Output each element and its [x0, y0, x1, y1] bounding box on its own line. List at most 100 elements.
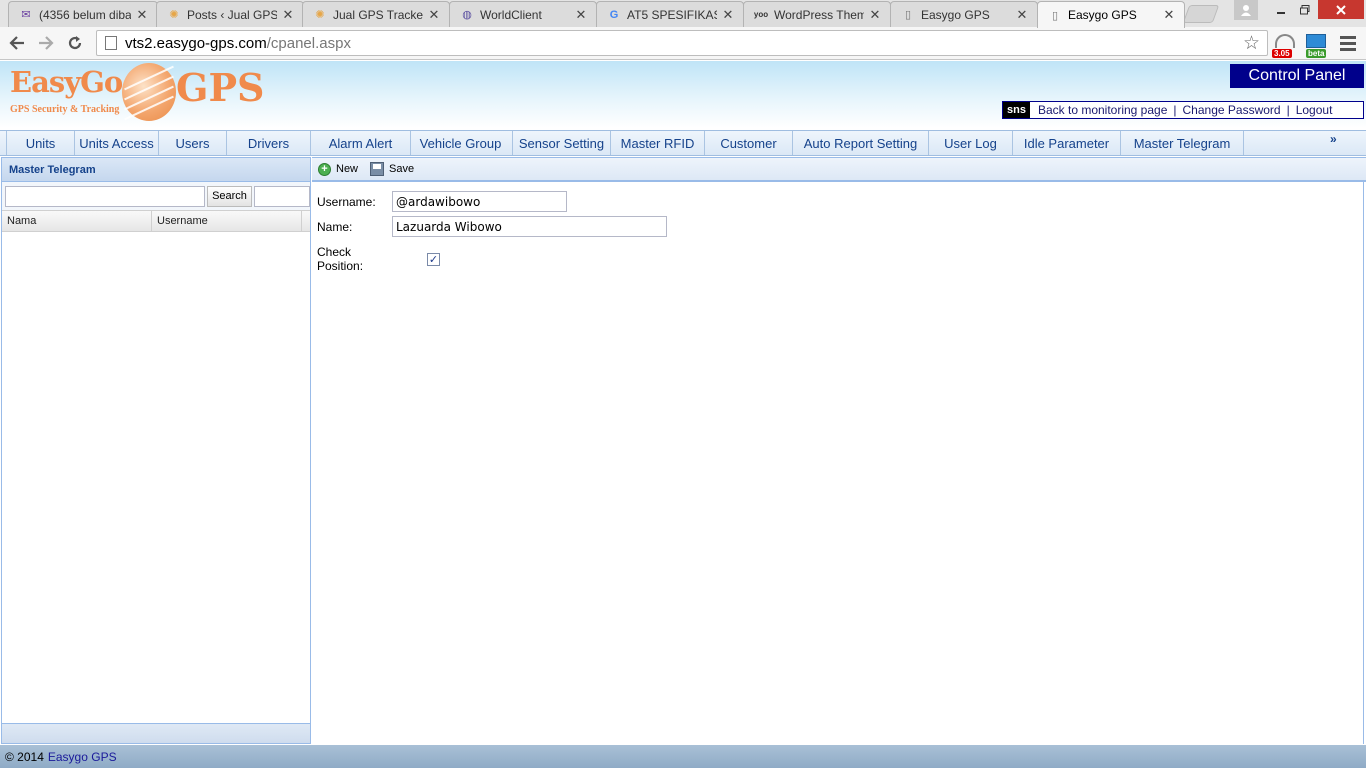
speedometer-extension-icon[interactable]: 3.05	[1272, 34, 1298, 58]
panel-border	[1363, 181, 1364, 744]
new-button[interactable]: + New	[318, 162, 359, 176]
form-toolbar: + New Save	[312, 158, 1366, 182]
search-extra-field[interactable]	[254, 185, 310, 207]
logo: EasyGo GPS GPS Security & Tracking	[10, 63, 270, 125]
menu-item-user-log[interactable]: User Log	[928, 131, 1012, 155]
save-icon	[370, 162, 385, 176]
close-icon[interactable]: ✕	[574, 7, 588, 23]
logo-easygo: EasyGo	[10, 65, 123, 99]
check-position-row: Check Position: ✓	[317, 245, 440, 273]
menu-item-units[interactable]: Units	[6, 131, 74, 155]
menu-item-sensor-setting[interactable]: Sensor Setting	[512, 131, 610, 155]
globe-icon: ◍	[462, 9, 472, 21]
browser-tabstrip: ✉ (4356 belum diba ✕ ✺ Posts ‹ Jual GPS …	[0, 0, 1366, 28]
menu-item-drivers[interactable]: Drivers	[226, 131, 310, 155]
hamburger-menu-icon[interactable]	[1340, 36, 1356, 54]
column-header-nama[interactable]: Nama	[2, 211, 152, 231]
menu-more-icon[interactable]: »	[1330, 132, 1337, 146]
footer-easygo-link[interactable]: Easygo GPS	[48, 750, 117, 764]
username-field[interactable]	[392, 191, 567, 212]
browser-tab-7[interactable]: ▯ Easygo GPS ✕	[890, 1, 1038, 27]
menu-item-users[interactable]: Users	[158, 131, 226, 155]
logo-tagline: GPS Security & Tracking	[10, 104, 120, 115]
check-position-label: Check Position:	[317, 245, 364, 273]
google-icon: G	[609, 8, 619, 21]
close-icon[interactable]: ✕	[427, 7, 441, 23]
menu-item-vehicle-group[interactable]: Vehicle Group	[410, 131, 510, 155]
restore-button[interactable]	[1292, 0, 1318, 20]
save-button[interactable]: Save	[370, 162, 414, 176]
check-position-checkbox[interactable]: ✓	[427, 252, 440, 266]
tab-title: Posts ‹ Jual GPS T	[187, 7, 277, 22]
yoo-icon: yoo	[753, 10, 769, 19]
save-label: Save	[389, 163, 415, 175]
url-path: /cpanel.aspx	[266, 34, 351, 52]
close-icon[interactable]: ✕	[281, 7, 295, 23]
name-field[interactable]	[392, 216, 667, 237]
close-icon[interactable]: ✕	[868, 7, 882, 23]
globe-logo-icon	[122, 63, 176, 121]
browser-tab-active[interactable]: ▯ Easygo GPS ✕	[1037, 1, 1185, 28]
menu-item-units-access[interactable]: Units Access	[74, 131, 158, 155]
menu-item-master-telegram[interactable]: Master Telegram	[1120, 131, 1244, 155]
url-host: vts2.easygo-gps.com	[125, 34, 267, 52]
new-label: New	[336, 163, 359, 175]
menu-item-auto-report-setting[interactable]: Auto Report Setting	[792, 131, 928, 155]
tab-title: WordPress Theme	[774, 7, 864, 22]
menu-item-master-rfid[interactable]: Master RFID	[610, 131, 704, 155]
logout-link[interactable]: Logout	[1296, 103, 1333, 117]
forward-arrow-icon[interactable]	[34, 32, 58, 54]
link-separator: |	[1286, 103, 1290, 117]
tab-title: WorldClient	[480, 7, 542, 22]
bookmark-star-icon[interactable]: ☆	[1243, 32, 1260, 55]
close-icon[interactable]: ✕	[135, 7, 149, 23]
minimize-button[interactable]	[1268, 0, 1294, 20]
telegram-edit-panel: + New Save Username: Name: Check Positio…	[312, 157, 1366, 744]
copyright-text: © 2014	[5, 749, 44, 764]
page-icon: ▯	[1051, 9, 1059, 22]
user-icon[interactable]	[1234, 0, 1258, 20]
name-label: Name:	[317, 219, 353, 234]
address-bar[interactable]: vts2.easygo-gps.com/cpanel.aspx	[96, 30, 1268, 56]
screen-extension-icon[interactable]: beta	[1306, 34, 1330, 58]
close-icon[interactable]: ✕	[1162, 7, 1176, 23]
browser-tab-4[interactable]: ◍ WorldClient ✕	[449, 1, 597, 27]
username-label: Username:	[317, 194, 376, 209]
change-password-link[interactable]: Change Password	[1183, 103, 1281, 117]
menu-item-alarm-alert[interactable]: Alarm Alert	[310, 131, 410, 155]
back-to-monitoring-link[interactable]: Back to monitoring page	[1038, 103, 1167, 117]
loading-icon: ✺	[315, 9, 325, 21]
browser-tab-6[interactable]: yoo WordPress Theme ✕	[743, 1, 891, 27]
panel-title: Master Telegram	[2, 158, 310, 182]
reload-icon[interactable]	[63, 32, 87, 54]
add-icon: +	[318, 162, 331, 176]
browser-tab-1[interactable]: ✉ (4356 belum diba ✕	[8, 1, 158, 27]
close-icon[interactable]: ✕	[1015, 7, 1029, 23]
extension-badge: beta	[1306, 49, 1327, 58]
browser-tab-3[interactable]: ✺ Jual GPS Tracker|t ✕	[302, 1, 450, 27]
main-menu: Units Units Access Users Drivers Alarm A…	[0, 130, 1366, 156]
menu-item-customer[interactable]: Customer	[704, 131, 792, 155]
loading-icon: ✺	[169, 9, 179, 21]
browser-tab-5[interactable]: G AT5 SPESIFIKASI ✕	[596, 1, 744, 27]
back-arrow-icon[interactable]	[5, 32, 29, 54]
tab-title: (4356 belum diba	[39, 7, 131, 22]
master-telegram-list-panel: Master Telegram Search Nama Username	[1, 157, 311, 744]
user-links-bar: sns Back to monitoring page | Change Pas…	[1002, 101, 1364, 119]
page-icon	[105, 36, 117, 50]
logo-gps: GPS	[176, 65, 265, 110]
username-row: Username:	[317, 191, 567, 212]
name-row: Name:	[317, 216, 667, 237]
close-window-button[interactable]	[1318, 0, 1364, 19]
page-title: Control Panel	[1230, 64, 1364, 88]
search-button[interactable]: Search	[207, 185, 252, 207]
close-icon[interactable]: ✕	[721, 7, 735, 23]
browser-tab-2[interactable]: ✺ Posts ‹ Jual GPS T ✕	[156, 1, 304, 27]
new-tab-button[interactable]	[1182, 5, 1220, 23]
search-input[interactable]	[5, 185, 205, 207]
column-header-username[interactable]: Username	[152, 211, 302, 231]
page-footer: © 2014 Easygo GPS	[0, 745, 1366, 768]
tab-title: AT5 SPESIFIKASI	[627, 7, 717, 22]
menu-item-idle-parameter[interactable]: Idle Parameter	[1012, 131, 1120, 155]
sns-logo: sns	[1003, 102, 1030, 118]
